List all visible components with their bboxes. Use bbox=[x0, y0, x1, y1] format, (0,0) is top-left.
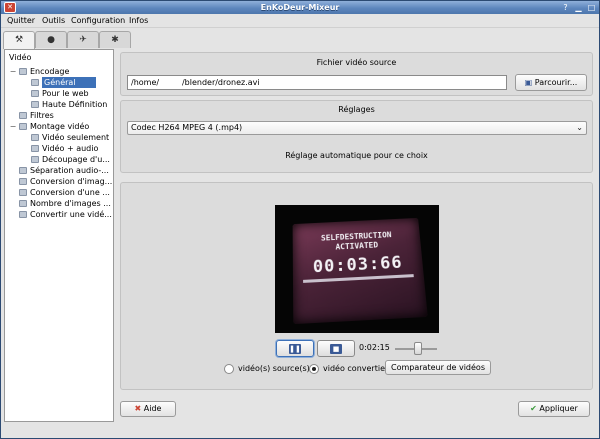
tree-item-label: Encodage bbox=[30, 67, 70, 76]
title-bar[interactable]: ✕ EnKoDeur-Mixeur ? ▁ □ bbox=[1, 1, 599, 14]
compare-videos-button[interactable]: Comparateur de vidéos bbox=[385, 360, 491, 375]
settings-title: Réglages bbox=[338, 105, 375, 114]
pause-button[interactable]: ❚❚ bbox=[276, 340, 314, 357]
tab-film[interactable]: ● bbox=[35, 31, 67, 48]
tree-node-icon bbox=[19, 200, 27, 207]
tree-item[interactable]: Vidéo + audio bbox=[5, 143, 113, 154]
codec-select[interactable]: Codec H264 MPEG 4 (.mp4) ⌄ bbox=[127, 121, 587, 135]
settings-group: Réglages Codec H264 MPEG 4 (.mp4) ⌄ Régl… bbox=[120, 100, 593, 173]
tree-item-label: Général bbox=[42, 77, 96, 88]
tree-item[interactable]: Convertir une vidé... bbox=[5, 209, 113, 220]
codec-value: Codec H264 MPEG 4 (.mp4) bbox=[131, 123, 243, 132]
category-tree[interactable]: Vidéo − Encodage Général Pour le web Haute D… bbox=[4, 49, 114, 422]
tree-item[interactable]: Découpage d'u... bbox=[5, 154, 113, 165]
tab-tools[interactable]: ⚒ bbox=[3, 31, 35, 49]
help-icon: ✖ bbox=[134, 404, 142, 413]
plane-icon: ✈ bbox=[79, 35, 87, 45]
tree-item[interactable]: Vidéo seulement bbox=[5, 132, 113, 143]
tree-node-icon bbox=[19, 189, 27, 196]
tree-item-label: Haute Définition bbox=[42, 100, 108, 109]
app-window: ✕ EnKoDeur-Mixeur ? ▁ □ Quitter Outils C… bbox=[0, 0, 600, 439]
tree-item-label: Montage vidéo bbox=[30, 122, 90, 131]
help-button[interactable]: ✖ Aide bbox=[120, 401, 176, 417]
tree-item-label: Vidéo + audio bbox=[42, 144, 99, 153]
tab-gear[interactable]: ✱ bbox=[99, 31, 131, 48]
app-menu-icon[interactable]: ✕ bbox=[4, 2, 16, 13]
radio-converted-label: vidéo convertie bbox=[323, 364, 385, 373]
tree-node-icon bbox=[19, 167, 27, 174]
video-preview: SELFDESTRUCTION ACTIVATED 00:03:66 bbox=[275, 205, 439, 333]
tree-node-icon bbox=[31, 156, 39, 163]
folder-icon: ▣ bbox=[524, 78, 533, 87]
tools-icon: ⚒ bbox=[14, 35, 24, 45]
stop-icon: ■ bbox=[330, 344, 342, 354]
panel-splitter[interactable] bbox=[115, 49, 119, 422]
chevron-down-icon: ⌄ bbox=[576, 123, 583, 132]
preview-frame: SELFDESTRUCTION ACTIVATED 00:03:66 bbox=[292, 217, 428, 325]
seek-slider-handle[interactable] bbox=[414, 342, 423, 355]
minimize-icon[interactable]: ▁ bbox=[573, 2, 584, 13]
tree-item[interactable]: Général bbox=[5, 77, 113, 88]
tree-item-label: Convertir une vidé... bbox=[30, 210, 112, 219]
tree-item-label: Filtres bbox=[30, 111, 54, 120]
tree-item-label: Vidéo seulement bbox=[42, 133, 110, 142]
stop-button[interactable]: ■ bbox=[317, 340, 355, 357]
tree-item[interactable]: Filtres bbox=[5, 110, 113, 121]
tab-plane[interactable]: ✈ bbox=[67, 31, 99, 48]
tree-header: Vidéo bbox=[9, 53, 32, 62]
menu-outils[interactable]: Outils bbox=[42, 16, 65, 26]
collapse-icon[interactable]: − bbox=[9, 66, 17, 77]
radio-source-label: vidéo(s) source(s) bbox=[238, 364, 310, 373]
tree-item[interactable]: Conversion d'imag... bbox=[5, 176, 113, 187]
maximize-icon[interactable]: □ bbox=[586, 2, 597, 13]
check-icon: ✔ bbox=[530, 404, 537, 413]
gear-icon: ✱ bbox=[111, 35, 119, 45]
tree-node-icon bbox=[19, 112, 27, 119]
source-title: Fichier vidéo source bbox=[316, 58, 397, 67]
tree-node-icon bbox=[31, 79, 39, 86]
help-icon[interactable]: ? bbox=[560, 2, 571, 13]
help-label: Aide bbox=[143, 404, 162, 413]
menu-bar: Quitter Outils Configuration Infos bbox=[1, 14, 599, 28]
tree-node-icon bbox=[19, 178, 27, 185]
collapse-icon[interactable]: − bbox=[9, 121, 17, 132]
playback-time: 0:02:15 bbox=[359, 343, 390, 352]
source-path-input[interactable]: /home/ /blender/dronez.avi bbox=[127, 75, 507, 90]
tree-item[interactable]: − Encodage bbox=[5, 66, 113, 77]
tree-item-label: Séparation audio-... bbox=[30, 166, 109, 175]
tree-item-label: Nombre d'images ... bbox=[30, 199, 111, 208]
menu-infos[interactable]: Infos bbox=[129, 16, 148, 26]
tree-node-icon bbox=[31, 90, 39, 97]
source-group: Fichier vidéo source /home/ /blender/dro… bbox=[120, 52, 593, 96]
tree-item[interactable]: Nombre d'images ... bbox=[5, 198, 113, 209]
radio-source-videos[interactable] bbox=[224, 364, 234, 374]
tree-item-label: Conversion d'imag... bbox=[30, 177, 113, 186]
tree-node-icon bbox=[19, 123, 27, 130]
tree-item-label: Découpage d'u... bbox=[42, 155, 110, 164]
tree-item[interactable]: Pour le web bbox=[5, 88, 113, 99]
tree-item[interactable]: Séparation audio-... bbox=[5, 165, 113, 176]
film-icon: ● bbox=[47, 35, 55, 45]
menu-quitter[interactable]: Quitter bbox=[7, 16, 35, 26]
browse-label: Parcourir... bbox=[534, 78, 578, 87]
tree-item[interactable]: − Montage vidéo bbox=[5, 121, 113, 132]
tree-node-icon bbox=[19, 68, 27, 75]
tree-node-icon bbox=[31, 145, 39, 152]
tree-item-label: Conversion d'une ... bbox=[30, 188, 110, 197]
tree-node-icon bbox=[31, 134, 39, 141]
apply-button[interactable]: ✔ Appliquer bbox=[518, 401, 590, 417]
radio-converted-video[interactable] bbox=[309, 364, 319, 374]
tree-item[interactable]: Haute Définition bbox=[5, 99, 113, 110]
window-title: EnKoDeur-Mixeur bbox=[260, 3, 340, 12]
tree-item[interactable]: Conversion d'une ... bbox=[5, 187, 113, 198]
tree-item-label: Pour le web bbox=[42, 89, 89, 98]
auto-setting-text: Réglage automatique pour ce choix bbox=[285, 151, 428, 160]
menu-configuration[interactable]: Configuration bbox=[71, 16, 125, 26]
apply-label: Appliquer bbox=[539, 404, 578, 413]
browse-button[interactable]: ▣ Parcourir... bbox=[515, 74, 587, 91]
tree-node-icon bbox=[31, 101, 39, 108]
pause-icon: ❚❚ bbox=[289, 344, 301, 354]
tree-node-icon bbox=[19, 211, 27, 218]
player-group: SELFDESTRUCTION ACTIVATED 00:03:66 ❚❚ ■ … bbox=[120, 182, 593, 390]
